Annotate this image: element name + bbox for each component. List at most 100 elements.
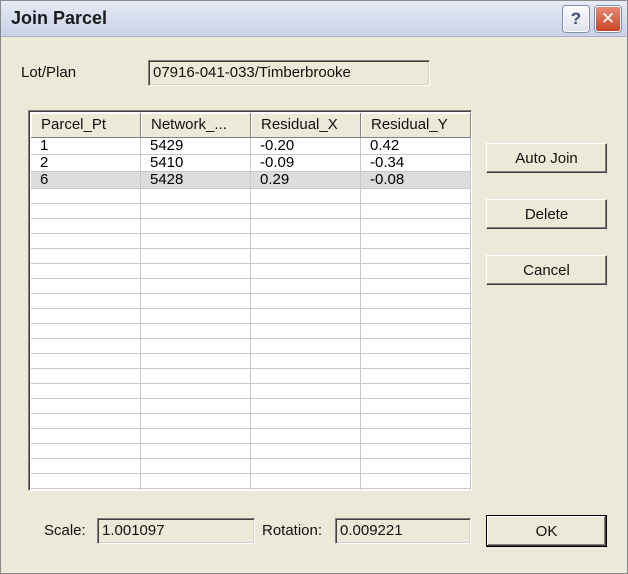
- cancel-button[interactable]: Cancel: [486, 255, 607, 285]
- table-cell[interactable]: [141, 459, 251, 474]
- table-cell[interactable]: [361, 414, 471, 429]
- table-row-empty[interactable]: [31, 384, 471, 399]
- table-row[interactable]: 6 5428 0.29 -0.08: [31, 172, 471, 189]
- table-cell[interactable]: [251, 459, 361, 474]
- table-cell[interactable]: [361, 339, 471, 354]
- table-cell[interactable]: [141, 189, 251, 204]
- lotplan-field[interactable]: 07916-041-033/Timberbrooke: [148, 60, 430, 86]
- table-cell[interactable]: [251, 384, 361, 399]
- table-row-empty[interactable]: [31, 414, 471, 429]
- table-cell[interactable]: [31, 354, 141, 369]
- table-cell[interactable]: [31, 324, 141, 339]
- table-cell[interactable]: [141, 219, 251, 234]
- table-cell[interactable]: [31, 489, 141, 490]
- table-cell[interactable]: [251, 489, 361, 490]
- table-row-empty[interactable]: [31, 219, 471, 234]
- table-cell[interactable]: [31, 249, 141, 264]
- table-row-empty[interactable]: [31, 264, 471, 279]
- table-cell[interactable]: [141, 249, 251, 264]
- table-cell[interactable]: [31, 294, 141, 309]
- table-cell[interactable]: [31, 429, 141, 444]
- table-cell[interactable]: [251, 204, 361, 219]
- table-cell[interactable]: [361, 234, 471, 249]
- table-cell[interactable]: [31, 414, 141, 429]
- table-cell[interactable]: [31, 264, 141, 279]
- table-cell[interactable]: [251, 444, 361, 459]
- table-cell[interactable]: [251, 279, 361, 294]
- table-cell[interactable]: [361, 429, 471, 444]
- table-cell[interactable]: -0.08: [361, 172, 471, 189]
- table-cell[interactable]: [251, 219, 361, 234]
- table-cell[interactable]: [31, 474, 141, 489]
- table-cell[interactable]: [251, 249, 361, 264]
- table-cell[interactable]: [361, 279, 471, 294]
- table-cell[interactable]: [361, 444, 471, 459]
- table-row[interactable]: 2 5410 -0.09 -0.34: [31, 155, 471, 172]
- table-cell[interactable]: [31, 219, 141, 234]
- table-cell[interactable]: [251, 354, 361, 369]
- table-cell[interactable]: [141, 324, 251, 339]
- table-cell[interactable]: 5410: [141, 155, 251, 172]
- table-cell[interactable]: [31, 279, 141, 294]
- table-cell[interactable]: -0.20: [251, 138, 361, 155]
- table-row-empty[interactable]: [31, 474, 471, 489]
- table-cell[interactable]: [361, 399, 471, 414]
- table-cell[interactable]: [251, 414, 361, 429]
- table-cell[interactable]: [141, 384, 251, 399]
- table-cell[interactable]: [251, 429, 361, 444]
- table-row-empty[interactable]: [31, 489, 471, 490]
- table-cell[interactable]: [361, 324, 471, 339]
- table-cell[interactable]: [361, 189, 471, 204]
- table-cell[interactable]: 2: [31, 155, 141, 172]
- table-cell[interactable]: [251, 399, 361, 414]
- table-cell[interactable]: [141, 294, 251, 309]
- table-cell[interactable]: [141, 399, 251, 414]
- table-cell[interactable]: [141, 474, 251, 489]
- table-cell[interactable]: [141, 489, 251, 490]
- table-row-empty[interactable]: [31, 249, 471, 264]
- rotation-field[interactable]: 0.009221: [335, 518, 471, 544]
- table-cell[interactable]: [31, 369, 141, 384]
- table-cell[interactable]: [251, 189, 361, 204]
- column-header-network[interactable]: Network_...: [141, 113, 251, 138]
- table-cell[interactable]: [31, 189, 141, 204]
- table-row-empty[interactable]: [31, 309, 471, 324]
- table-cell[interactable]: [31, 234, 141, 249]
- table-cell[interactable]: [31, 444, 141, 459]
- table-cell[interactable]: [361, 369, 471, 384]
- table-cell[interactable]: [251, 264, 361, 279]
- table-row-empty[interactable]: [31, 429, 471, 444]
- table-cell[interactable]: [31, 339, 141, 354]
- column-header-parcel-pt[interactable]: Parcel_Pt: [31, 113, 141, 138]
- table-cell[interactable]: 0.42: [361, 138, 471, 155]
- table-cell[interactable]: [141, 429, 251, 444]
- table-row-empty[interactable]: [31, 369, 471, 384]
- table-cell[interactable]: -0.34: [361, 155, 471, 172]
- table-cell[interactable]: [361, 354, 471, 369]
- join-points-table[interactable]: Parcel_Pt Network_... Residual_X Residua…: [28, 110, 472, 491]
- delete-button[interactable]: Delete: [486, 199, 607, 229]
- table-cell[interactable]: [141, 414, 251, 429]
- table-cell[interactable]: [361, 264, 471, 279]
- column-header-residual-x[interactable]: Residual_X: [251, 113, 361, 138]
- table-cell[interactable]: [361, 294, 471, 309]
- table-row-empty[interactable]: [31, 189, 471, 204]
- table-cell[interactable]: [141, 339, 251, 354]
- table-cell[interactable]: [251, 294, 361, 309]
- table-cell[interactable]: [31, 204, 141, 219]
- table-row-empty[interactable]: [31, 399, 471, 414]
- table-cell[interactable]: -0.09: [251, 155, 361, 172]
- table-cell[interactable]: [361, 489, 471, 490]
- table-cell[interactable]: [361, 309, 471, 324]
- table-cell[interactable]: [141, 264, 251, 279]
- table-cell[interactable]: 1: [31, 138, 141, 155]
- table-cell[interactable]: 5429: [141, 138, 251, 155]
- table-row-empty[interactable]: [31, 444, 471, 459]
- table-row-empty[interactable]: [31, 324, 471, 339]
- table-cell[interactable]: [141, 234, 251, 249]
- table-cell[interactable]: [251, 234, 361, 249]
- table-cell[interactable]: [251, 324, 361, 339]
- table-row-empty[interactable]: [31, 204, 471, 219]
- table-cell[interactable]: [31, 459, 141, 474]
- table-cell[interactable]: [251, 369, 361, 384]
